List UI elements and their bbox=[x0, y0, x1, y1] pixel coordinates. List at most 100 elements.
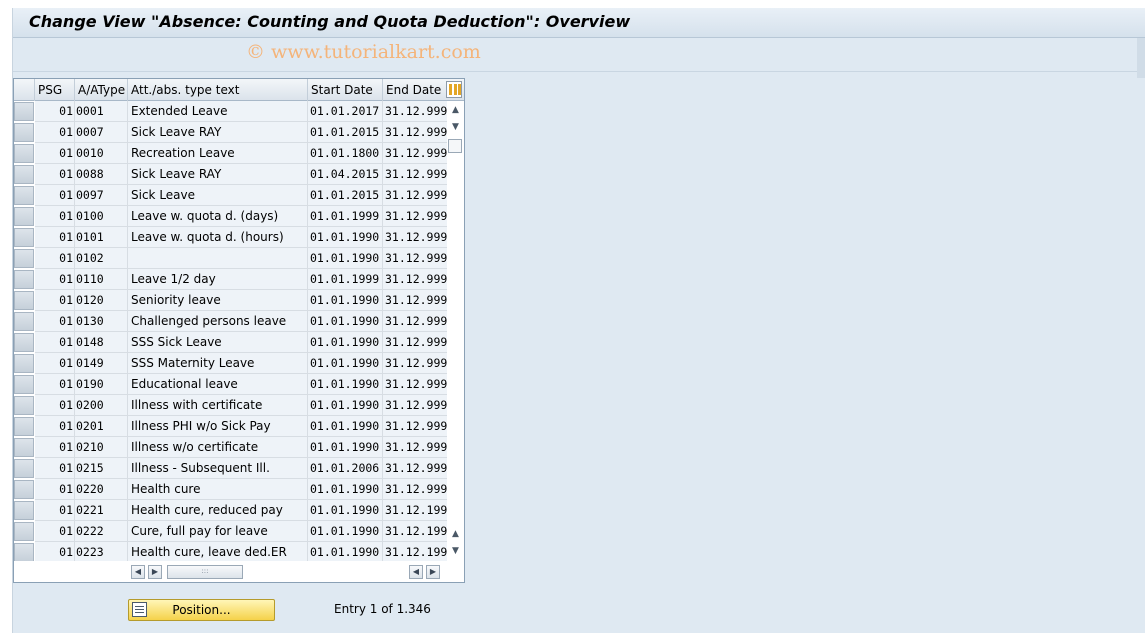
cell-end-date[interactable]: 31.12.999 bbox=[383, 290, 448, 311]
cell-psg[interactable]: 01 bbox=[35, 311, 75, 332]
position-button[interactable]: Position... bbox=[128, 599, 275, 621]
table-row[interactable]: 01 0110 Leave 1/2 day 01.01.1999 31.12.999 bbox=[14, 269, 448, 290]
table-row[interactable]: 01 0222 Cure, full pay for leave 01.01.1990… bbox=[14, 521, 448, 542]
cell-text[interactable]: SSS Maternity Leave bbox=[128, 353, 308, 374]
cell-psg[interactable]: 01 bbox=[35, 122, 75, 143]
row-selector[interactable] bbox=[14, 270, 34, 289]
row-selector[interactable] bbox=[14, 165, 34, 184]
cell-aatype[interactable]: 0223 bbox=[75, 542, 128, 563]
cell-end-date[interactable]: 31.12.999 bbox=[383, 416, 448, 437]
table-row[interactable]: 01 0010 Recreation Leave 01.01.1800 31.12.99… bbox=[14, 143, 448, 164]
cell-psg[interactable]: 01 bbox=[35, 374, 75, 395]
cell-text[interactable]: Seniority leave bbox=[128, 290, 308, 311]
cell-text[interactable]: Cure, full pay for leave bbox=[128, 521, 308, 542]
cell-end-date[interactable]: 31.12.999 bbox=[383, 185, 448, 206]
cell-start-date[interactable]: 01.01.1990 bbox=[308, 227, 383, 248]
cell-start-date[interactable]: 01.01.1990 bbox=[308, 437, 383, 458]
row-selector[interactable] bbox=[14, 312, 34, 331]
cell-start-date[interactable]: 01.01.1990 bbox=[308, 479, 383, 500]
horizontal-scrollbar[interactable]: ◀ ▶ ::: ◀ ▶ bbox=[14, 561, 464, 582]
cell-aatype[interactable]: 0101 bbox=[75, 227, 128, 248]
cell-text[interactable]: Illness with certificate bbox=[128, 395, 308, 416]
cell-aatype[interactable]: 0215 bbox=[75, 458, 128, 479]
cell-psg[interactable]: 01 bbox=[35, 206, 75, 227]
cell-text[interactable]: Educational leave bbox=[128, 374, 308, 395]
cell-end-date[interactable]: 31.12.199 bbox=[383, 521, 448, 542]
cell-text[interactable]: Health cure, leave ded.ER bbox=[128, 542, 308, 563]
row-selector[interactable] bbox=[14, 543, 34, 562]
cell-end-date[interactable]: 31.12.199 bbox=[383, 542, 448, 563]
row-selector[interactable] bbox=[14, 228, 34, 247]
cell-end-date[interactable]: 31.12.999 bbox=[383, 437, 448, 458]
table-row[interactable]: 01 0220 Health cure 01.01.1990 31.12.999 bbox=[14, 479, 448, 500]
table-row[interactable]: 01 0201 Illness PHI w/o Sick Pay 01.01.1990… bbox=[14, 416, 448, 437]
cell-start-date[interactable]: 01.01.1990 bbox=[308, 542, 383, 563]
cell-start-date[interactable]: 01.04.2015 bbox=[308, 164, 383, 185]
table-row[interactable]: 01 0148 SSS Sick Leave 01.01.1990 31.12.999 bbox=[14, 332, 448, 353]
row-selector[interactable] bbox=[14, 417, 34, 436]
scroll-far-right-icon[interactable]: ▶ bbox=[426, 565, 440, 579]
cell-aatype[interactable]: 0220 bbox=[75, 479, 128, 500]
cell-psg[interactable]: 01 bbox=[35, 500, 75, 521]
cell-text[interactable]: Sick Leave bbox=[128, 185, 308, 206]
row-selector[interactable] bbox=[14, 144, 34, 163]
cell-start-date[interactable]: 01.01.1990 bbox=[308, 248, 383, 269]
scroll-page-down-icon[interactable]: ▼ bbox=[448, 544, 463, 559]
table-row[interactable]: 01 0101 Leave w. quota d. (hours) 01.01.199… bbox=[14, 227, 448, 248]
column-settings-icon[interactable] bbox=[446, 81, 462, 98]
cell-start-date[interactable]: 01.01.1999 bbox=[308, 206, 383, 227]
cell-psg[interactable]: 01 bbox=[35, 185, 75, 206]
cell-end-date[interactable]: 31.12.999 bbox=[383, 206, 448, 227]
cell-psg[interactable]: 01 bbox=[35, 248, 75, 269]
row-selector[interactable] bbox=[14, 480, 34, 499]
table-row[interactable]: 01 0130 Challenged persons leave 01.01.1990… bbox=[14, 311, 448, 332]
cell-psg[interactable]: 01 bbox=[35, 458, 75, 479]
cell-start-date[interactable]: 01.01.2015 bbox=[308, 122, 383, 143]
cell-start-date[interactable]: 01.01.1999 bbox=[308, 269, 383, 290]
cell-text[interactable]: Health cure, reduced pay bbox=[128, 500, 308, 521]
table-row[interactable]: 01 0097 Sick Leave 01.01.2015 31.12.999 bbox=[14, 185, 448, 206]
table-row[interactable]: 01 0215 Illness - Subsequent Ill. 01.01.200… bbox=[14, 458, 448, 479]
cell-aatype[interactable]: 0190 bbox=[75, 374, 128, 395]
row-selector[interactable] bbox=[14, 333, 34, 352]
cell-text[interactable]: Illness PHI w/o Sick Pay bbox=[128, 416, 308, 437]
column-header-start-date[interactable]: Start Date bbox=[308, 79, 383, 101]
select-all-header[interactable] bbox=[14, 79, 35, 101]
cell-psg[interactable]: 01 bbox=[35, 479, 75, 500]
row-selector[interactable] bbox=[14, 186, 34, 205]
cell-start-date[interactable]: 01.01.1990 bbox=[308, 332, 383, 353]
scroll-page-up-icon[interactable]: ▲ bbox=[448, 527, 463, 542]
cell-aatype[interactable]: 0007 bbox=[75, 122, 128, 143]
cell-end-date[interactable]: 31.12.999 bbox=[383, 395, 448, 416]
cell-psg[interactable]: 01 bbox=[35, 437, 75, 458]
cell-start-date[interactable]: 01.01.2015 bbox=[308, 185, 383, 206]
cell-text[interactable] bbox=[128, 248, 308, 269]
cell-start-date[interactable]: 01.01.2006 bbox=[308, 458, 383, 479]
table-row[interactable]: 01 0149 SSS Maternity Leave 01.01.1990 31.12… bbox=[14, 353, 448, 374]
cell-text[interactable]: SSS Sick Leave bbox=[128, 332, 308, 353]
column-header-psg[interactable]: PSG bbox=[35, 79, 75, 101]
row-selector[interactable] bbox=[14, 459, 34, 478]
cell-aatype[interactable]: 0130 bbox=[75, 311, 128, 332]
cell-end-date[interactable]: 31.12.999 bbox=[383, 143, 448, 164]
scroll-right-icon[interactable]: ▶ bbox=[148, 565, 162, 579]
cell-end-date[interactable]: 31.12.999 bbox=[383, 248, 448, 269]
cell-aatype[interactable]: 0221 bbox=[75, 500, 128, 521]
table-row[interactable]: 01 0190 Educational leave 01.01.1990 31.12.9… bbox=[14, 374, 448, 395]
cell-end-date[interactable]: 31.12.999 bbox=[383, 101, 448, 122]
cell-psg[interactable]: 01 bbox=[35, 521, 75, 542]
cell-text[interactable]: Recreation Leave bbox=[128, 143, 308, 164]
cell-end-date[interactable]: 31.12.999 bbox=[383, 332, 448, 353]
cell-text[interactable]: Sick Leave RAY bbox=[128, 164, 308, 185]
cell-end-date[interactable]: 31.12.999 bbox=[383, 479, 448, 500]
cell-start-date[interactable]: 01.01.1990 bbox=[308, 311, 383, 332]
vertical-scrollbar[interactable]: ▲ ▼ ▲ ▼ bbox=[447, 101, 464, 561]
cell-end-date[interactable]: 31.12.999 bbox=[383, 458, 448, 479]
cell-text[interactable]: Sick Leave RAY bbox=[128, 122, 308, 143]
cell-start-date[interactable]: 01.01.1990 bbox=[308, 290, 383, 311]
cell-text[interactable]: Challenged persons leave bbox=[128, 311, 308, 332]
hscroll-thumb[interactable]: ::: bbox=[167, 565, 243, 579]
cell-start-date[interactable]: 01.01.1990 bbox=[308, 395, 383, 416]
cell-end-date[interactable]: 31.12.999 bbox=[383, 311, 448, 332]
table-row[interactable]: 01 0088 Sick Leave RAY 01.04.2015 31.12.999 bbox=[14, 164, 448, 185]
